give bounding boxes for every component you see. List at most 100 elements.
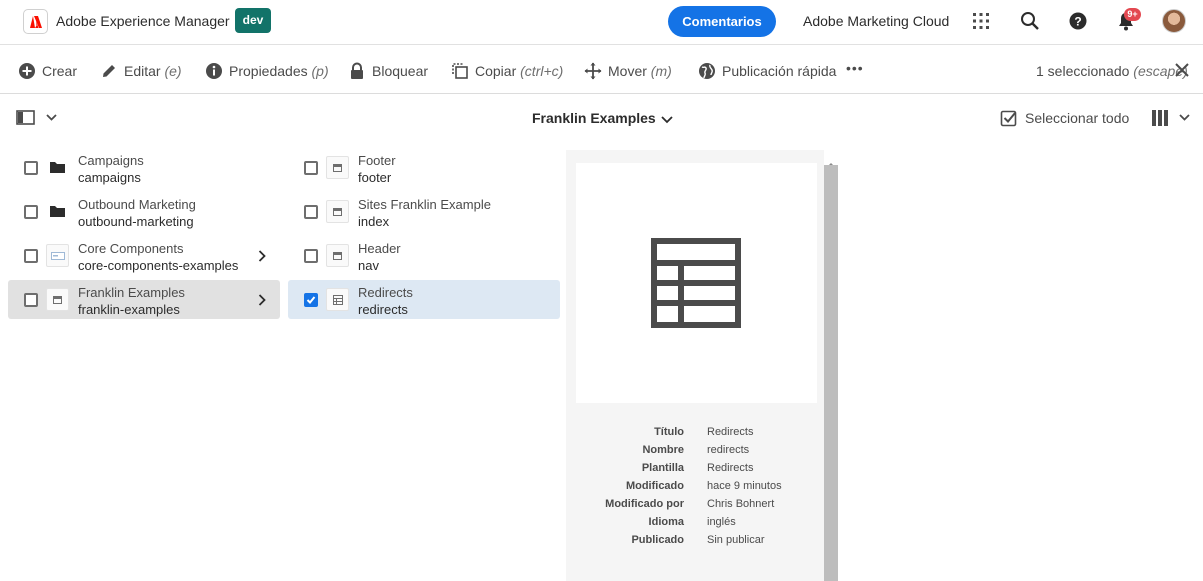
row-checkbox[interactable]: [24, 205, 38, 219]
item-title: Redirects: [358, 285, 413, 300]
meta-key: Publicado: [631, 534, 684, 546]
copy-shortcut: (ctrl+c): [520, 63, 564, 79]
meta-row-title: Título Redirects: [576, 424, 817, 442]
item-name: footer: [358, 170, 392, 185]
item-name: campaigns: [78, 170, 141, 185]
info-icon: [206, 63, 222, 79]
search-icon[interactable]: [1020, 11, 1042, 33]
edit-shortcut: (e): [164, 63, 182, 79]
move-label: Mover: [608, 63, 647, 79]
page-icon: [326, 156, 349, 179]
list-item[interactable]: Outbound Marketing outbound-marketing: [8, 192, 280, 231]
feedback-button[interactable]: Comentarios: [668, 6, 776, 37]
item-name: core-components-examples: [78, 258, 239, 273]
properties-shortcut: (p): [311, 63, 329, 79]
row-checkbox[interactable]: [24, 249, 38, 263]
create-label: Crear: [42, 63, 78, 79]
row-checkbox[interactable]: [24, 161, 38, 175]
rail-panel-icon: [16, 110, 57, 125]
preview-scrollbar[interactable]: [824, 165, 838, 581]
view-toolbar: Franklin Examples Seleccionar todo: [0, 95, 1203, 140]
quick-publish-label: Publicación rápida: [722, 63, 837, 79]
list-item[interactable]: Header nav: [288, 236, 560, 275]
row-checkbox[interactable]: [304, 249, 318, 263]
copy-icon: [452, 63, 468, 79]
folder-icon: [46, 156, 69, 179]
meta-row-published: Publicado Sin publicar: [576, 532, 817, 550]
more-actions-button[interactable]: •••: [846, 60, 864, 78]
list-item[interactable]: Footer footer: [288, 148, 560, 187]
meta-row-language: Idioma inglés: [576, 514, 817, 532]
meta-key: Modificado: [625, 480, 684, 492]
help-icon[interactable]: ?: [1068, 11, 1090, 33]
column-view-icon: [1152, 110, 1190, 126]
preview-metadata: Título Redirects Nombre redirects Planti…: [576, 424, 817, 550]
more-actions-label: •••: [846, 60, 864, 76]
list-item[interactable]: Core Components core-components-examples: [8, 236, 280, 275]
move-arrows-icon: [584, 62, 602, 80]
chevron-right-icon[interactable]: [258, 293, 266, 311]
meta-value: Sin publicar: [707, 534, 765, 546]
meta-value: redirects: [707, 444, 750, 456]
lock-label: Bloquear: [372, 63, 429, 79]
row-checkbox[interactable]: [304, 161, 318, 175]
lock-icon: [351, 62, 363, 79]
selection-count: 1 seleccionado (escape): [1036, 63, 1188, 79]
list-item[interactable]: Campaigns campaigns: [8, 148, 280, 187]
select-all-label: Seleccionar todo: [1025, 110, 1130, 126]
page-icon: [326, 200, 349, 223]
move-shortcut: (m): [650, 63, 672, 79]
meta-value: inglés: [707, 516, 736, 528]
svg-text:?: ?: [1074, 15, 1081, 29]
meta-value: hace 9 minutos: [707, 480, 782, 492]
copy-label: Copiar: [475, 63, 517, 79]
row-checkbox[interactable]: [24, 293, 38, 307]
globe-icon: [699, 63, 715, 79]
meta-value: Redirects: [707, 426, 754, 438]
folder-title[interactable]: Franklin Examples: [532, 110, 656, 126]
selection-count-label: 1 seleccionado: [1036, 63, 1130, 79]
item-title: Header: [358, 241, 401, 256]
adobe-logo-icon[interactable]: [23, 9, 48, 34]
item-name: franklin-examples: [78, 302, 180, 317]
item-title: Footer: [358, 153, 396, 168]
preview-thumbnail: [576, 163, 817, 403]
folder-icon: [46, 200, 69, 223]
select-all-button[interactable]: Seleccionar todo: [1000, 109, 1129, 130]
table-icon: [326, 288, 349, 311]
chevron-down-icon[interactable]: [661, 112, 673, 130]
list-item-active[interactable]: Franklin Examples franklin-examples: [8, 280, 280, 319]
row-checkbox-checked[interactable]: [304, 293, 318, 307]
meta-key: Modificado por: [605, 498, 684, 510]
add-circle-icon: [19, 63, 35, 79]
page-icon: [46, 288, 69, 311]
app-title[interactable]: Adobe Experience Manager: [56, 13, 230, 29]
marketing-cloud-link[interactable]: Adobe Marketing Cloud: [803, 13, 949, 29]
notifications-count-badge: 9+: [1124, 8, 1141, 21]
meta-key: Título: [654, 426, 684, 438]
item-name: outbound-marketing: [78, 214, 194, 229]
close-selection-icon[interactable]: [1174, 62, 1190, 83]
meta-value: Chris Bohnert: [707, 498, 775, 510]
properties-label: Propiedades: [229, 63, 308, 79]
list-item-selected[interactable]: Redirects redirects: [288, 280, 560, 319]
meta-row-modified-by: Modificado por Chris Bohnert: [576, 496, 817, 514]
top-bar: Adobe Experience Manager dev Comentarios…: [0, 0, 1203, 45]
meta-value: Redirects: [707, 462, 754, 474]
item-title: Sites Franklin Example: [358, 197, 491, 212]
app-grid-icon[interactable]: [971, 11, 993, 33]
row-checkbox[interactable]: [304, 205, 318, 219]
view-switcher-button[interactable]: [1151, 109, 1193, 132]
item-title: Core Components: [78, 241, 184, 256]
meta-key: Plantilla: [641, 462, 684, 474]
rail-toggle-button[interactable]: [16, 109, 60, 132]
item-title: Campaigns: [78, 153, 144, 168]
user-avatar[interactable]: [1162, 9, 1186, 33]
page-thumb-icon: [46, 244, 69, 267]
table-icon: [651, 238, 741, 328]
item-title: Franklin Examples: [78, 285, 185, 300]
edit-label: Editar: [124, 63, 161, 79]
item-title: Outbound Marketing: [78, 197, 196, 212]
chevron-right-icon[interactable]: [258, 249, 266, 267]
list-item[interactable]: Sites Franklin Example index: [288, 192, 560, 231]
